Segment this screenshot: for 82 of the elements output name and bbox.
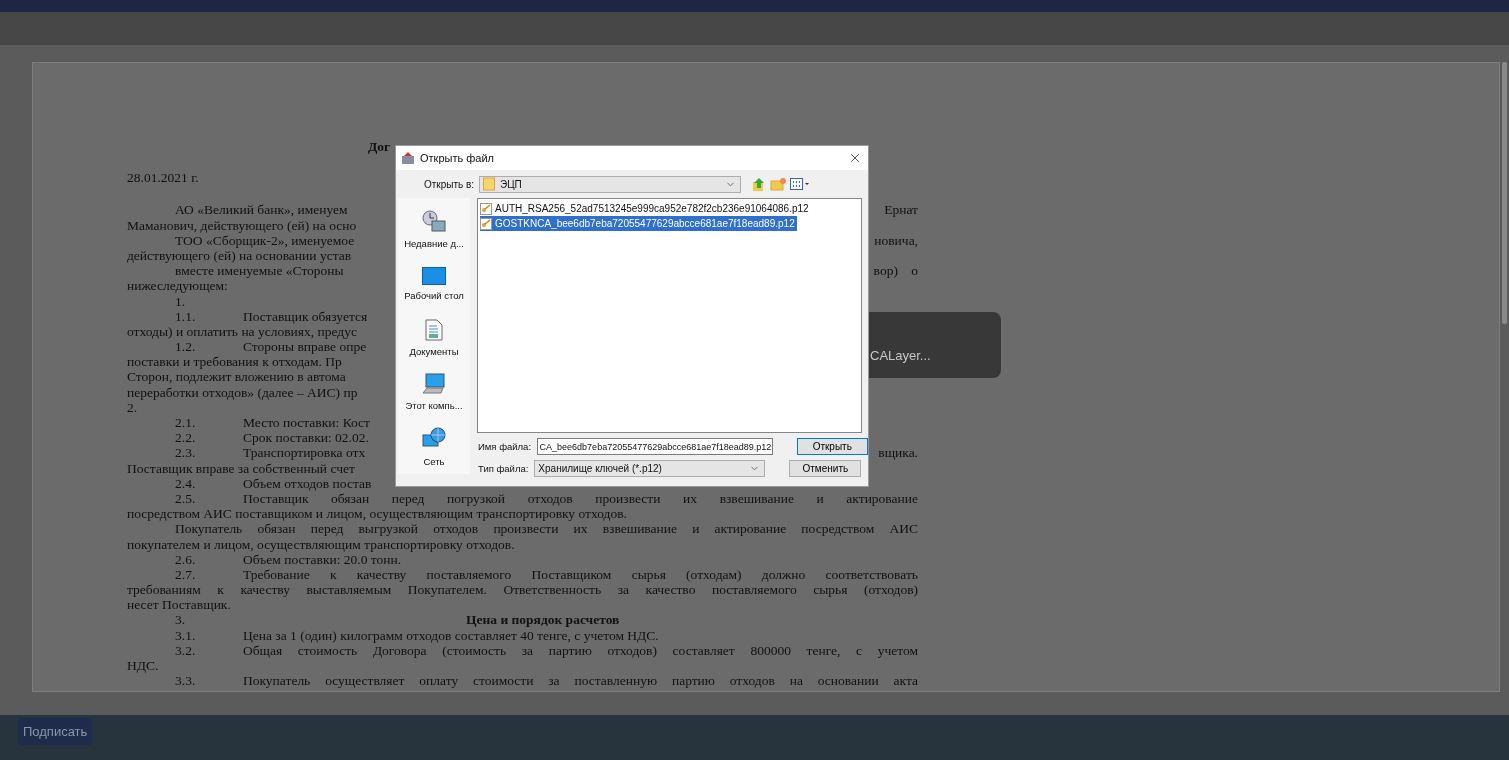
document-text: НДС. — [127, 658, 159, 674]
document-text: Маманович, действующего (ей) на осно — [127, 217, 357, 233]
clause-number: 2.6. — [175, 551, 196, 567]
document-text: нижеследующем: — [127, 278, 228, 294]
clause-number: 2.3. — [175, 445, 197, 461]
document-text: несет Поставщик. — [127, 597, 231, 613]
toast-text: CALayer... — [870, 348, 931, 363]
file-item[interactable]: AUTH_RSA256_52ad7513245e999ca952e782f2cb236e91064086.p12 — [480, 201, 811, 216]
document-text: Стороны вправе опре — [243, 339, 367, 355]
document-text: Поставщик вправе за собственный счет — [127, 460, 355, 476]
file-name-label: Имя файла: — [478, 441, 531, 452]
clause-number: 3.1. — [175, 627, 197, 643]
dialog-title: Открыть файл — [420, 152, 495, 164]
clause-number: 3.2. — [175, 642, 197, 659]
document-text: Покупатель осуществляет оплату стоимости за поставленную партию отходов на основании акта — [243, 673, 918, 689]
look-in-dropdown[interactable]: ЭЦП — [479, 175, 741, 193]
document-text: Объем отходов постав — [243, 475, 372, 491]
key-file-icon — [480, 217, 492, 230]
clause-number: 2.4. — [175, 475, 196, 491]
clause-number: 1.2. — [175, 339, 197, 355]
cancel-button[interactable]: Отменить — [789, 460, 862, 477]
document-text: Поставщик обязан перед погрузкой отходов произвести их взвешивание и актирование — [243, 490, 918, 507]
document-text: действующего (ей) на основании устав — [127, 247, 352, 264]
document-text: Транспортировка отх — [243, 445, 366, 461]
app-icon — [401, 151, 415, 165]
clock-icon — [421, 209, 447, 234]
clause-number: 2.2. — [175, 430, 197, 446]
place-item[interactable]: Этот компь... — [398, 365, 470, 420]
document-text: 2. — [127, 399, 138, 416]
clause-number: 2.5. — [175, 490, 197, 507]
folder-up-icon[interactable] — [752, 176, 766, 192]
document-text: Сторон, подлежит вложению в автома — [127, 369, 346, 385]
document-text: покупателем и лицом, осуществляющим транспортировку отходов. — [127, 536, 515, 552]
clause-number: 2.7. — [175, 566, 197, 583]
file-type-dropdown[interactable]: Хранилище ключей (*.p12) — [534, 460, 766, 477]
clause-number: 1.1. — [175, 308, 197, 324]
document-text: вместе именуемые «Стороны — [175, 263, 344, 279]
clause-number: 3.3. — [175, 673, 197, 689]
list-view-icon[interactable] — [790, 178, 810, 190]
document-text: 1. — [175, 293, 186, 309]
close-button[interactable] — [848, 151, 862, 165]
document-text: посредством АИС поставщиком и лицом, осуществляющим транспортировку отходов. — [127, 506, 627, 522]
key-file-icon — [480, 202, 492, 215]
clause-number: 3. — [175, 612, 187, 628]
document-text: вщика. — [878, 445, 918, 461]
document-text: отходы) и оплатить на условиях, предус — [127, 323, 357, 340]
document-text: Общая стоимость Договора (стоимость за партию отходов) составляет 800000 тенге, с учетом — [243, 642, 918, 659]
place-item[interactable]: Документы — [398, 310, 470, 366]
sign-button[interactable]: Подписать — [18, 718, 93, 745]
document-text: переработки отходов» (далее – АИС) пр — [127, 384, 358, 400]
section-heading: Цена и порядок расчетов — [466, 612, 620, 628]
computer-icon — [422, 373, 446, 396]
place-item[interactable]: Рабочий стол — [398, 256, 470, 311]
file-name-field[interactable]: CA_bee6db7eba72055477629abcce681ae7f18ead89.p12 — [536, 438, 773, 455]
document-text: вор) о — [873, 263, 918, 279]
document-icon — [425, 319, 443, 341]
document-text: АО «Великий банк», именуем — [175, 202, 348, 218]
document-title: Дог — [368, 139, 391, 155]
folder-icon — [483, 177, 495, 191]
file-type-label: Тип файла: — [478, 463, 529, 474]
document-text: ТОО «Сборщик-2», именуемое — [175, 232, 355, 248]
document-text: поставки и требования к отходам. Пр — [127, 354, 342, 370]
document-text: требованиям к качеству выставляемым Покупателем. Ответственность за качество поставляемого сырья (отходов) — [127, 582, 918, 598]
document-text: Объем поставки: 20.0 тонн. — [243, 551, 402, 567]
desktop-icon — [422, 266, 446, 285]
look-in-label: Открыть в: — [424, 178, 472, 190]
document-text: Ернат — [884, 202, 918, 218]
document-text: Место поставки: Кост — [243, 415, 370, 431]
scrollbar-thumb[interactable] — [1502, 62, 1507, 324]
document-text: Покупатель обязан перед выгрузкой отходов произвести их взвешивание и актирование посредством АИС — [175, 521, 918, 537]
document-text: новича, — [874, 232, 918, 248]
place-item[interactable]: Сеть — [398, 419, 470, 475]
clause-number: 2.1. — [175, 415, 197, 431]
place-item[interactable]: Недавние д... — [398, 202, 470, 257]
document-text: Цена за 1 (один) килограмм отходов составляет 40 тенге, с учетом НДС. — [243, 627, 659, 643]
open-button[interactable]: Открыть — [796, 438, 868, 455]
document-text: Требование к качеству поставляемого Поставщиком сырья (отходам) должно соответствовать — [243, 566, 918, 583]
document-text: Срок поставки: 02.02. — [243, 430, 369, 446]
document-text: Поставщик обязуется — [243, 308, 368, 324]
new-folder-icon[interactable] — [770, 177, 786, 191]
file-item[interactable]: GOSTKNCA_bee6db7eba72055477629abcce681ae7f18ead89.p12 — [480, 216, 797, 231]
document-date: 28.01.2021 г. — [127, 170, 199, 186]
